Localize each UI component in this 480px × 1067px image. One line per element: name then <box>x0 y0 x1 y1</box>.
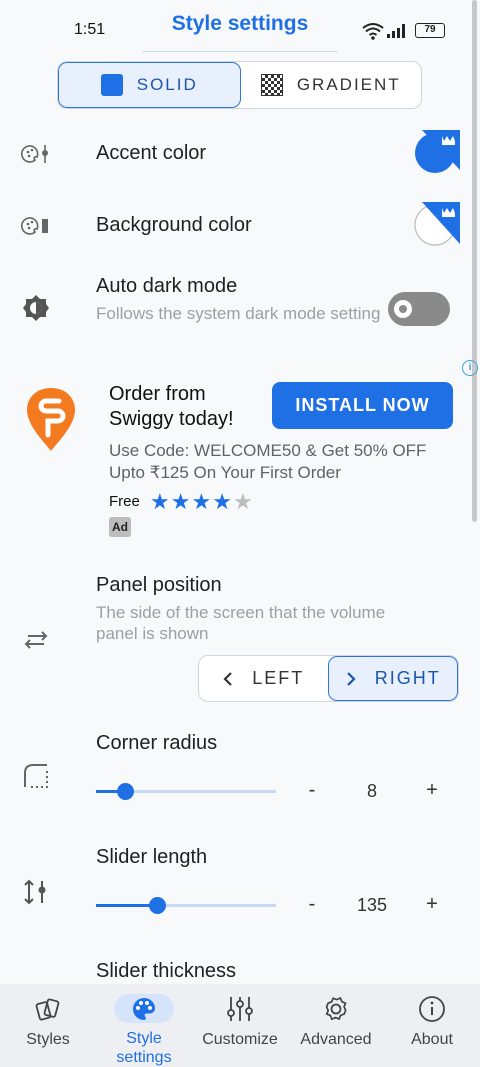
corner-radius-label: Corner radius <box>96 732 218 754</box>
install-now-button[interactable]: INSTALL NOW <box>272 382 453 429</box>
bottom-navigation: Styles Style settings Customize Advanced… <box>0 984 480 1067</box>
slider-length-icon <box>20 876 52 908</box>
gradient-option[interactable]: GRADIENT <box>241 62 422 108</box>
nav-styles-label: Styles <box>26 1031 70 1048</box>
star-empty-icon: ★ <box>232 489 254 514</box>
swiggy-logo <box>27 388 75 451</box>
equalizer-icon <box>225 994 255 1024</box>
slider-thumb[interactable] <box>116 783 134 800</box>
ad-rating-stars: ★★★★★ <box>150 489 254 515</box>
nav-style-settings[interactable]: Style settings <box>96 984 192 1067</box>
title-divider <box>142 51 338 52</box>
nav-about[interactable]: About <box>384 984 480 1067</box>
dark-mode-switch[interactable] <box>388 292 450 326</box>
palette-icon <box>114 994 174 1023</box>
style-mode-toggle: SOLID GRADIENT <box>57 61 422 109</box>
slider-length-value: 135 <box>356 895 388 915</box>
panel-position-description: The side of the screen that the volume p… <box>96 603 386 643</box>
solid-swatch-icon <box>100 74 123 96</box>
slider-length-increment[interactable]: + <box>420 893 444 916</box>
nav-about-label: About <box>411 1031 453 1048</box>
info-icon <box>417 994 447 1024</box>
corner-radius-decrement[interactable]: - <box>300 779 324 802</box>
slider-fill <box>96 904 158 907</box>
ad-price: Free <box>109 493 140 510</box>
left-label: LEFT <box>252 668 305 688</box>
panel-position-toggle: LEFT RIGHT <box>198 655 459 702</box>
corner-radius-icon <box>20 760 52 792</box>
background-color-label: Background color <box>96 214 252 236</box>
gear-icon <box>321 994 351 1024</box>
star-icon: ★ <box>191 489 213 514</box>
palette-slider-icon-bg <box>20 210 52 242</box>
corner-radius-increment[interactable]: + <box>420 779 444 802</box>
slider-length-slider[interactable] <box>96 897 276 914</box>
nav-customize[interactable]: Customize <box>192 984 288 1067</box>
right-option[interactable]: RIGHT <box>327 656 458 701</box>
background-color-swatch[interactable] <box>414 202 460 248</box>
brightness-icon <box>20 292 52 324</box>
swap-arrows-icon <box>20 624 52 656</box>
left-option[interactable]: LEFT <box>199 656 328 701</box>
nav-advanced-label: Advanced <box>300 1031 372 1048</box>
corner-radius-value: 8 <box>366 781 377 801</box>
slider-length-label: Slider length <box>96 846 208 868</box>
star-icon: ★ <box>150 489 171 514</box>
nav-style-settings-label: Style settings <box>116 1030 172 1066</box>
slider-thickness-label: Slider thickness <box>96 960 237 982</box>
star-icon: ★ <box>212 489 233 514</box>
chevron-right-icon <box>346 671 356 686</box>
solid-label: SOLID <box>136 75 198 94</box>
page-title: Style settings <box>171 12 309 35</box>
gradient-swatch-icon <box>260 74 283 96</box>
slider-length-decrement[interactable]: - <box>300 893 324 916</box>
dark-mode-description: Follows the system dark mode setting <box>96 304 381 323</box>
dark-mode-label: Auto dark mode <box>96 275 238 297</box>
star-icon: ★ <box>170 489 192 514</box>
gradient-label: GRADIENT <box>296 75 401 94</box>
ad-headline: Order from Swiggy today! <box>109 383 234 430</box>
palette-slider-icon <box>20 138 52 170</box>
ad-badge: Ad <box>109 517 131 537</box>
ad-body-text: Use Code: WELCOME50 & Get 50% OFF Upto ₹… <box>109 441 427 482</box>
corner-radius-slider[interactable] <box>96 783 276 800</box>
nav-customize-label: Customize <box>202 1031 278 1048</box>
nav-advanced[interactable]: Advanced <box>288 984 384 1067</box>
slider-thumb[interactable] <box>149 897 167 914</box>
accent-color-swatch[interactable] <box>414 130 460 176</box>
accent-color-label: Accent color <box>96 142 207 164</box>
chevron-left-icon <box>223 671 233 686</box>
scrollbar[interactable] <box>472 0 477 522</box>
ad-info-icon[interactable]: i <box>462 360 478 376</box>
cards-icon <box>33 994 63 1024</box>
switch-knob <box>394 300 412 318</box>
nav-styles[interactable]: Styles <box>0 984 96 1067</box>
solid-option[interactable]: SOLID <box>58 62 241 108</box>
right-label: RIGHT <box>374 668 441 688</box>
panel-position-label: Panel position <box>96 574 222 596</box>
